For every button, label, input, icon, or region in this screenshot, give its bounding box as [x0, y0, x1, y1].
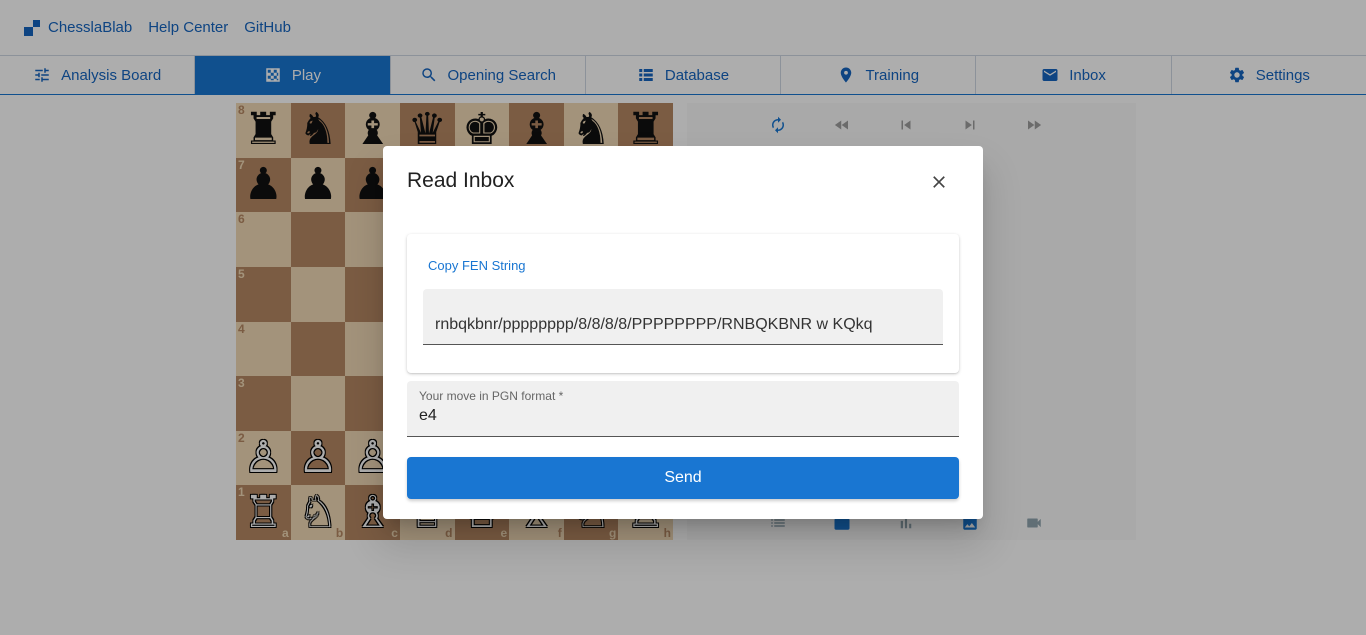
copy-fen-button[interactable]: Copy FEN String: [428, 258, 526, 273]
close-icon: [933, 176, 945, 188]
send-button[interactable]: Send: [407, 457, 959, 499]
read-inbox-dialog: Read Inbox Copy FEN String rnbqkbnr/pppp…: [383, 146, 983, 519]
close-button[interactable]: [927, 170, 951, 194]
fen-field[interactable]: rnbqkbnr/pppppppp/8/8/8/8/PPPPPPPP/RNBQK…: [423, 289, 943, 345]
fen-text: rnbqkbnr/pppppppp/8/8/8/8/PPPPPPPP/RNBQK…: [435, 316, 873, 333]
dialog-title: Read Inbox: [407, 169, 515, 192]
move-field-label: Your move in PGN format *: [419, 389, 564, 403]
fen-card: Copy FEN String rnbqkbnr/pppppppp/8/8/8/…: [407, 234, 959, 373]
move-input[interactable]: [419, 407, 939, 425]
move-field[interactable]: Your move in PGN format *: [407, 381, 959, 437]
